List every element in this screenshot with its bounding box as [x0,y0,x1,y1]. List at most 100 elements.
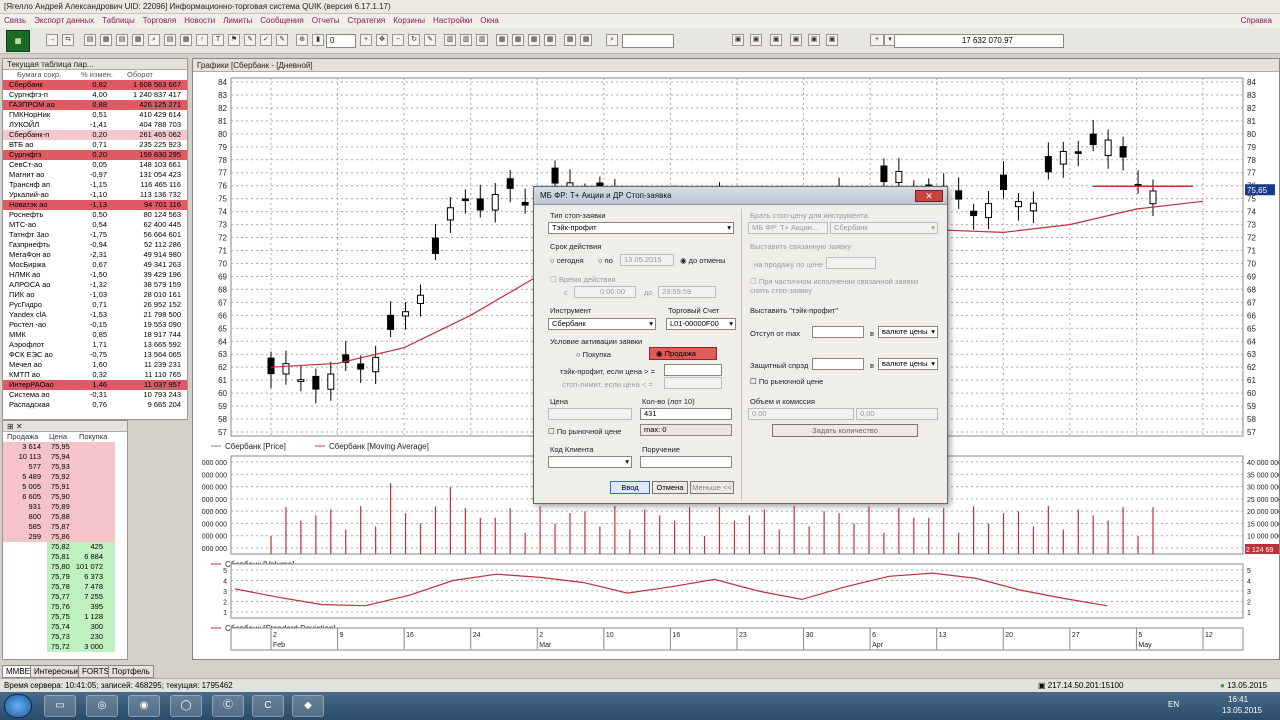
grid-icon[interactable]: ▦ [528,34,540,46]
less-button[interactable]: Меньше << [690,481,734,494]
portfolio-icon[interactable]: ▣ [750,34,762,46]
time-check[interactable]: ☐ Время действия [550,275,616,284]
radio-buy[interactable]: ○ Покупка [576,350,611,359]
table-row[interactable]: Магнит ао -0,97 131 054 423 [3,170,187,180]
draw-icon[interactable]: ✎ [276,34,288,46]
take-stop-class-select[interactable]: МБ ФР: Т+ Акции... [748,222,828,234]
order-book-sell-row[interactable]: 931 75,89 [3,502,115,512]
offset-input[interactable] [812,326,864,338]
table-row[interactable]: Сбербанк 0,82 1 608 563 667 [3,80,187,90]
time-from-input[interactable]: 0:00:00 [574,286,636,298]
order-book-buy-row[interactable]: 75,76 395 [3,602,115,612]
price-input[interactable] [548,408,632,420]
take-profit-input[interactable] [664,364,722,376]
bar-chart-icon[interactable]: ▮ [312,34,324,46]
order-book-buy-row[interactable]: 75,77 7 255 [3,592,115,602]
table-icon[interactable]: ▤ [84,34,96,46]
search-icon[interactable]: ⌕ [606,34,618,46]
market-price-check-2[interactable]: ☐ По рыночной цене [750,377,823,386]
order-book-sell-row[interactable]: 5 005 75,91 [3,482,115,492]
time-to-input[interactable]: 23:59:59 [658,286,716,298]
menu-item-baskets[interactable]: Корзины [389,14,429,28]
table-row[interactable]: МТС-ао 0,54 62 400 445 [3,220,187,230]
table-icon[interactable]: ▤ [116,34,128,46]
linked-price-input[interactable] [826,257,876,269]
order-book-buy-row[interactable]: 75,74 300 [3,622,115,632]
instrument-select[interactable]: Сбербанк ▾ [548,318,656,330]
table-icon[interactable]: ▤ [164,34,176,46]
menu-item-limits[interactable]: Лимиты [219,14,256,28]
menu-item-reports[interactable]: Отчеты [308,14,344,28]
portfolio-icon[interactable]: ▣ [770,34,782,46]
move-icon[interactable]: ✥ [376,34,388,46]
search-icon[interactable]: ⌕ [148,34,160,46]
grid-icon[interactable]: ▦ [544,34,556,46]
table-row[interactable]: МосБиржа 0,67 49 341 263 [3,260,187,270]
order-icon[interactable]: ✓ [260,34,272,46]
zoom-icon[interactable]: ⊕ [296,34,308,46]
order-book-buy-row[interactable]: 75,72 3 000 [3,642,115,652]
table-row[interactable]: Мечел ао 1,60 11 239 231 [3,360,187,370]
table-row[interactable]: ПИК ао -1,03 28 010 161 [3,290,187,300]
flag-icon[interactable]: ⚑ [228,34,240,46]
bar-chart-icon[interactable]: ▥ [444,34,456,46]
radio-sell[interactable]: ◉ Продажа [649,347,717,360]
table-row[interactable]: МегаФон ао -2,31 49 914 980 [3,250,187,260]
quik-app-icon[interactable]: Ⓒ [212,695,244,717]
interval-input[interactable]: 0 [326,34,356,48]
arrow-icon[interactable]: → [46,34,58,46]
offset-units-select[interactable]: валюте цены ▾ [878,326,938,338]
radio-gtc[interactable]: ◉ до отмены [680,256,726,265]
table-row[interactable]: Уркалий-ао -1,10 113 136 732 [3,190,187,200]
portfolio-icon[interactable]: ▣ [732,34,744,46]
menu-item-windows[interactable]: Окна [476,14,503,28]
order-book-buy-row[interactable]: 75,82 425 [3,542,115,552]
take-stop-sec-select[interactable]: Сбербанк ▾ [830,222,938,234]
spread-units-select[interactable]: валюте цены ▾ [878,358,938,370]
order-book-buy-row[interactable]: 75,81 6 884 [3,552,115,562]
menu-item-messages[interactable]: Сообщения [256,14,307,28]
table-row[interactable]: Yandex clA -1,53 21 798 500 [3,310,187,320]
refresh-icon[interactable]: ↻ [408,34,420,46]
close-icon[interactable]: ✕ [915,190,943,202]
grid-icon[interactable]: ▦ [564,34,576,46]
table-row[interactable]: Сургнфгз-п 4,00 1 240 837 417 [3,90,187,100]
menu-item-export[interactable]: Экспорт данных [30,14,98,28]
portfolio-icon[interactable]: ▣ [826,34,838,46]
table-row[interactable]: Распадская 0,76 9 665 204 [3,400,187,410]
order-book-sell-row[interactable]: 5 489 75,92 [3,472,115,482]
qty-input[interactable]: 431 [640,408,732,420]
table-row[interactable]: ГМКНорНик 0,51 410 429 614 [3,110,187,120]
col-header-turnover[interactable]: Оборот [127,70,153,80]
bar-chart-icon[interactable]: ▥ [460,34,472,46]
order-book-sell-row[interactable]: 800 75,88 [3,512,115,522]
explorer-icon[interactable]: ▭ [44,695,76,717]
search-input[interactable] [622,34,674,48]
draw-icon[interactable]: ✎ [424,34,436,46]
stop-limit-input[interactable] [664,377,722,389]
grid-icon[interactable]: ▦ [512,34,524,46]
menu-item-help[interactable]: Справка [1237,14,1276,28]
app-icon[interactable]: ◆ [292,695,324,717]
menu-item-strategy[interactable]: Стратегия [343,14,389,28]
order-book-buy-row[interactable]: 75,75 1 128 [3,612,115,622]
order-book-buy-row[interactable]: 75,78 7 478 [3,582,115,592]
language-indicator[interactable]: EN [1168,700,1179,709]
order-book-sell-row[interactable]: 6 605 75,90 [3,492,115,502]
account-select[interactable]: L01-00000F00 ▾ [666,318,736,330]
text-icon[interactable]: T [212,34,224,46]
set-qty-button[interactable]: Задать количество [772,424,918,437]
minus-icon[interactable]: − [392,34,404,46]
plus-icon[interactable]: + [870,34,884,46]
table-row[interactable]: Транснф ап -1,15 116 465 116 [3,180,187,190]
table-row[interactable]: КМТП ао 0,32 11 110 765 [3,370,187,380]
table-row[interactable]: АЛРОСА ао -1,32 38 579 159 [3,280,187,290]
table-row[interactable]: Аэрофлот 1,71 13 665 592 [3,340,187,350]
col-header-name[interactable]: Бумага сокр. [17,70,61,80]
spread-input[interactable] [812,358,864,370]
clock-date[interactable]: 13.05.2015 [1222,706,1262,715]
draw-icon[interactable]: ✎ [244,34,256,46]
menu-item-news[interactable]: Новости [180,14,219,28]
order-book-buy-row[interactable]: 75,79 6 373 [3,572,115,582]
browser-icon[interactable]: ◎ [86,695,118,717]
